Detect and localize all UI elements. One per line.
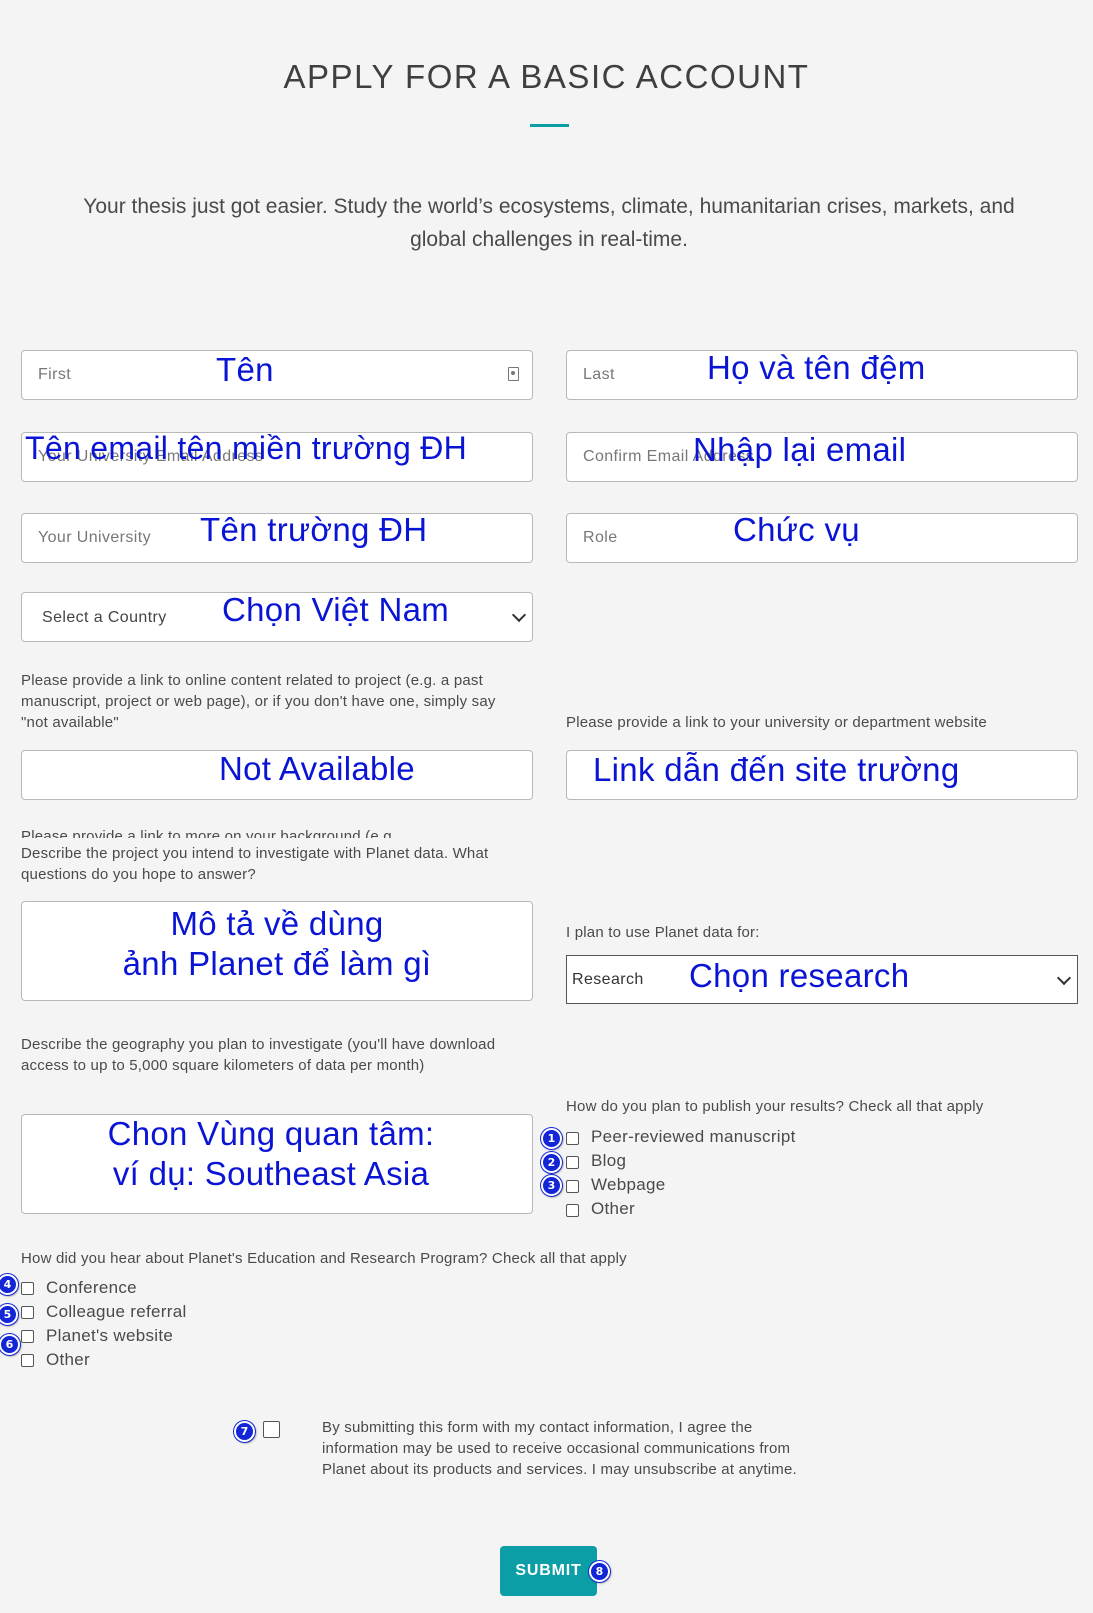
publish-checkbox-other[interactable] — [566, 1204, 579, 1217]
hear-option-other: Other — [46, 1350, 91, 1369]
email-annotation: Tên email tên miền trường ĐH — [25, 430, 468, 466]
publish-option-blog: Blog — [591, 1151, 627, 1170]
step-badge-3: 3 — [541, 1175, 562, 1196]
hear-checkbox-colleague[interactable] — [21, 1306, 34, 1319]
step-badge-8: 8 — [589, 1561, 610, 1582]
contact-card-icon[interactable] — [508, 367, 519, 381]
hear-option-colleague: Colleague referral — [46, 1302, 187, 1321]
project-description-label: Describe the project you intend to inves… — [21, 845, 489, 883]
university-placeholder: Your University — [38, 529, 152, 546]
title-divider — [530, 124, 569, 127]
university-link-annotation: Link dẫn đến site trường — [593, 751, 960, 788]
confirm-email-annotation: Nhập lại email — [693, 431, 907, 468]
usage-label: I plan to use Planet data for: — [566, 924, 760, 941]
hear-checkbox-other[interactable] — [21, 1354, 34, 1367]
usage-selected-value: Research — [572, 971, 644, 988]
page-title: APPLY FOR A BASIC ACCOUNT — [283, 58, 810, 95]
publish-option-peer-reviewed: Peer-reviewed manuscript — [591, 1127, 796, 1146]
project-description-annotation-line2: ảnh Planet để làm gì — [122, 944, 432, 982]
last-name-annotation: Họ và tên đệm — [707, 349, 926, 386]
publish-option-webpage: Webpage — [591, 1175, 666, 1194]
intro-text: Your thesis just got easier. Study the w… — [83, 195, 1015, 251]
publish-checkbox-blog[interactable] — [566, 1156, 579, 1169]
publish-label: How do you plan to publish your results?… — [566, 1098, 984, 1115]
publish-option-other: Other — [591, 1199, 636, 1218]
geography-annotation-line1: Chon Vùng quan tâm: — [107, 1115, 435, 1152]
geography-annotation: Chon Vùng quan tâm: ví dụ: Southeast Asi… — [21, 1114, 521, 1193]
first-name-placeholder: First — [38, 366, 72, 383]
consent-checkbox[interactable] — [263, 1421, 280, 1438]
step-badge-7: 7 — [234, 1421, 255, 1442]
project-link-label: Please provide a link to online content … — [21, 672, 496, 731]
hear-option-conference: Conference — [46, 1278, 137, 1297]
step-badge-5: 5 — [0, 1304, 18, 1325]
hear-option-website: Planet's website — [46, 1326, 174, 1345]
chevron-down-icon — [1056, 970, 1072, 986]
usage-annotation: Chọn research — [689, 957, 910, 994]
publish-checkbox-peer-reviewed[interactable] — [566, 1132, 579, 1145]
background-link-label: Please provide a link to more on your ba… — [21, 828, 397, 838]
step-badge-6: 6 — [0, 1334, 20, 1355]
chevron-down-icon — [511, 607, 527, 623]
geography-annotation-line2: ví dụ: Southeast Asia — [112, 1154, 430, 1192]
geography-label: Describe the geography you plan to inves… — [21, 1036, 496, 1074]
university-link-label: Please provide a link to your university… — [566, 714, 987, 731]
last-name-placeholder: Last — [583, 366, 615, 383]
publish-checkbox-webpage[interactable] — [566, 1180, 579, 1193]
hear-label: How did you hear about Planet's Educatio… — [21, 1250, 627, 1267]
country-annotation: Chọn Việt Nam — [222, 591, 450, 628]
project-link-annotation: Not Available — [219, 750, 415, 787]
first-name-input[interactable]: First — [21, 350, 533, 400]
project-description-annotation: Mô tả về dùng ảnh Planet để làm gì — [21, 904, 533, 983]
consent-text: By submitting this form with my contact … — [322, 1419, 797, 1478]
hear-checkbox-conference[interactable] — [21, 1282, 34, 1295]
submit-button[interactable]: SUBMIT — [500, 1546, 597, 1596]
role-annotation: Chức vụ — [733, 511, 860, 548]
hear-checkbox-website[interactable] — [21, 1330, 34, 1343]
step-badge-4: 4 — [0, 1274, 18, 1295]
country-selected-value: Select a Country — [42, 609, 167, 626]
step-badge-1: 1 — [541, 1128, 562, 1149]
university-annotation: Tên trường ĐH — [200, 511, 428, 548]
step-badge-2: 2 — [541, 1152, 562, 1173]
first-name-annotation: Tên — [216, 351, 274, 388]
project-description-annotation-line1: Mô tả về dùng — [170, 905, 384, 942]
role-placeholder: Role — [583, 529, 618, 546]
